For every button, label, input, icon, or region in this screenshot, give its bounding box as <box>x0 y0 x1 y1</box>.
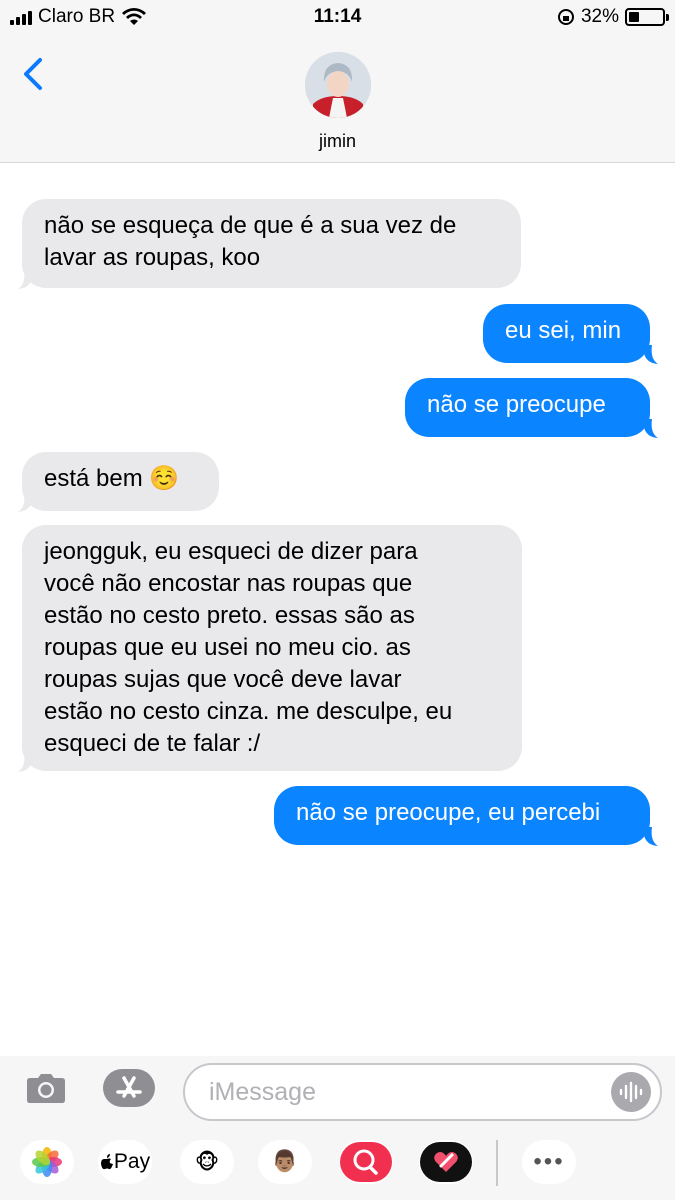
app-store-icon[interactable] <box>102 1068 156 1108</box>
digital-touch-icon[interactable] <box>419 1140 473 1184</box>
sent-message[interactable]: eu sei, min <box>483 304 650 363</box>
search-images-icon[interactable] <box>339 1140 393 1184</box>
bubble-tail <box>644 345 658 364</box>
app-drawer-divider <box>496 1140 498 1186</box>
sent-message[interactable]: não se preocupe <box>405 378 650 437</box>
status-right: 32% <box>557 6 669 28</box>
contact-photo-icon <box>305 52 371 118</box>
bubble-tail <box>644 419 658 438</box>
battery-fill <box>629 12 639 22</box>
sent-message[interactable]: não se preocupe, eu percebi <box>274 786 650 845</box>
app-drawer: Pay 🐵 👨🏽 ••• <box>0 1140 675 1190</box>
memoji-icon[interactable]: 👨🏽 <box>258 1140 312 1184</box>
photos-icon[interactable] <box>20 1140 74 1184</box>
battery-icon <box>625 8 669 26</box>
bubble-tail <box>18 753 32 772</box>
battery-percent: 32% <box>580 6 619 27</box>
more-glyph: ••• <box>533 1148 565 1175</box>
apple-logo-icon <box>100 1154 113 1170</box>
received-message[interactable]: jeongguk, eu esqueci de dizer para você … <box>22 525 522 771</box>
bubble-tail <box>18 270 32 289</box>
apple-pay-label: Pay <box>113 1150 151 1173</box>
animoji-icon[interactable]: 🐵 <box>180 1140 234 1184</box>
audio-waveform-icon[interactable] <box>611 1072 651 1112</box>
camera-icon[interactable] <box>26 1072 66 1104</box>
more-icon[interactable]: ••• <box>522 1140 576 1184</box>
contact-name[interactable]: jimin <box>0 131 675 152</box>
chevron-left-icon[interactable] <box>18 54 48 94</box>
animoji-glyph: 🐵 <box>194 1150 220 1174</box>
orientation-lock-icon <box>557 9 574 25</box>
memoji-glyph: 👨🏽 <box>271 1150 299 1173</box>
compose-bar: Pay 🐵 👨🏽 ••• <box>0 1056 675 1200</box>
message-input[interactable] <box>183 1063 662 1121</box>
bubble-tail <box>18 493 32 512</box>
bubble-tail <box>644 827 658 846</box>
apple-pay-icon[interactable]: Pay <box>98 1140 152 1184</box>
conversation-header: jimin <box>0 34 675 163</box>
message-list: não se esqueça de que é a sua vez de lav… <box>0 163 675 1056</box>
received-message[interactable]: está bem ☺️ <box>22 452 219 511</box>
received-message[interactable]: não se esqueça de que é a sua vez de lav… <box>22 199 521 288</box>
avatar[interactable] <box>305 52 371 118</box>
status-bar: Claro BR 11:14 32% <box>0 0 675 34</box>
